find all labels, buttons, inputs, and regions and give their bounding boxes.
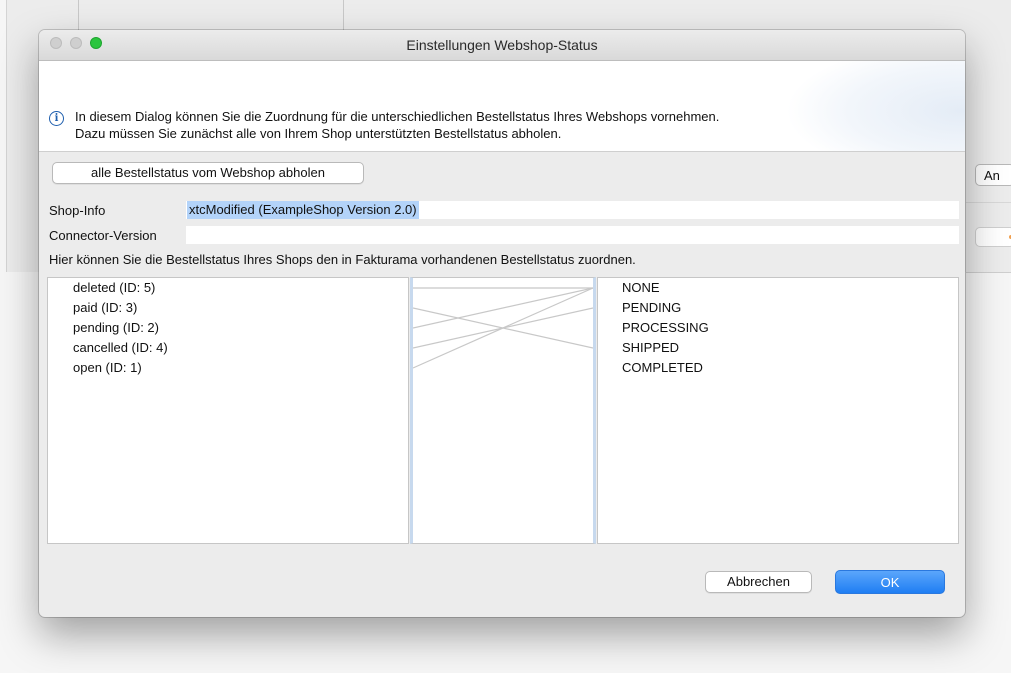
- connector-version-label: Connector-Version: [49, 228, 157, 243]
- title-bar[interactable]: Einstellungen Webshop-Status: [39, 30, 965, 61]
- mapping-lines: [413, 287, 593, 369]
- info-text-line1: In diesem Dialog können Sie die Zuordnun…: [75, 109, 720, 124]
- list-item[interactable]: PENDING: [622, 300, 681, 315]
- list-item[interactable]: SHIPPED: [622, 340, 679, 355]
- mapping-connector-area[interactable]: [410, 277, 596, 544]
- mapping-line: [413, 287, 593, 329]
- info-icon: i: [49, 111, 64, 126]
- mapping-hint: Hier können Sie die Bestellstatus Ihres …: [49, 252, 636, 267]
- list-item[interactable]: NONE: [622, 280, 660, 295]
- connector-version-field[interactable]: [186, 226, 959, 244]
- info-text-line2: Dazu müssen Sie zunächst alle von Ihrem …: [75, 126, 562, 141]
- list-item[interactable]: open (ID: 1): [73, 360, 142, 375]
- fetch-statuses-button[interactable]: alle Bestellstatus vom Webshop abholen: [52, 162, 364, 184]
- shop-status-list[interactable]: deleted (ID: 5) paid (ID: 3) pending (ID…: [47, 277, 409, 544]
- shop-info-field[interactable]: xtcModified (ExampleShop Version 2.0): [186, 201, 959, 219]
- list-item[interactable]: PROCESSING: [622, 320, 709, 335]
- info-banner: i In diesem Dialog können Sie die Zuordn…: [39, 61, 965, 152]
- background-button[interactable]: An: [975, 164, 1011, 186]
- list-item[interactable]: COMPLETED: [622, 360, 703, 375]
- list-item[interactable]: pending (ID: 2): [73, 320, 159, 335]
- list-item[interactable]: deleted (ID: 5): [73, 280, 155, 295]
- banner-decoration: [785, 61, 965, 151]
- shop-info-value: xtcModified (ExampleShop Version 2.0): [187, 201, 419, 219]
- ok-button[interactable]: OK: [835, 570, 945, 594]
- list-item[interactable]: paid (ID: 3): [73, 300, 137, 315]
- background-separator: [966, 202, 1011, 203]
- cancel-button[interactable]: Abbrechen: [705, 571, 812, 593]
- list-item[interactable]: cancelled (ID: 4): [73, 340, 168, 355]
- dialog-title: Einstellungen Webshop-Status: [406, 37, 598, 53]
- background-button-secondary[interactable]: [975, 227, 1011, 247]
- mapping-line: [413, 287, 593, 369]
- fakturama-status-list[interactable]: NONE PENDING PROCESSING SHIPPED COMPLETE…: [597, 277, 959, 544]
- webshop-status-dialog: Einstellungen Webshop-Status i In diesem…: [39, 30, 965, 617]
- shop-info-label: Shop-Info: [49, 203, 106, 218]
